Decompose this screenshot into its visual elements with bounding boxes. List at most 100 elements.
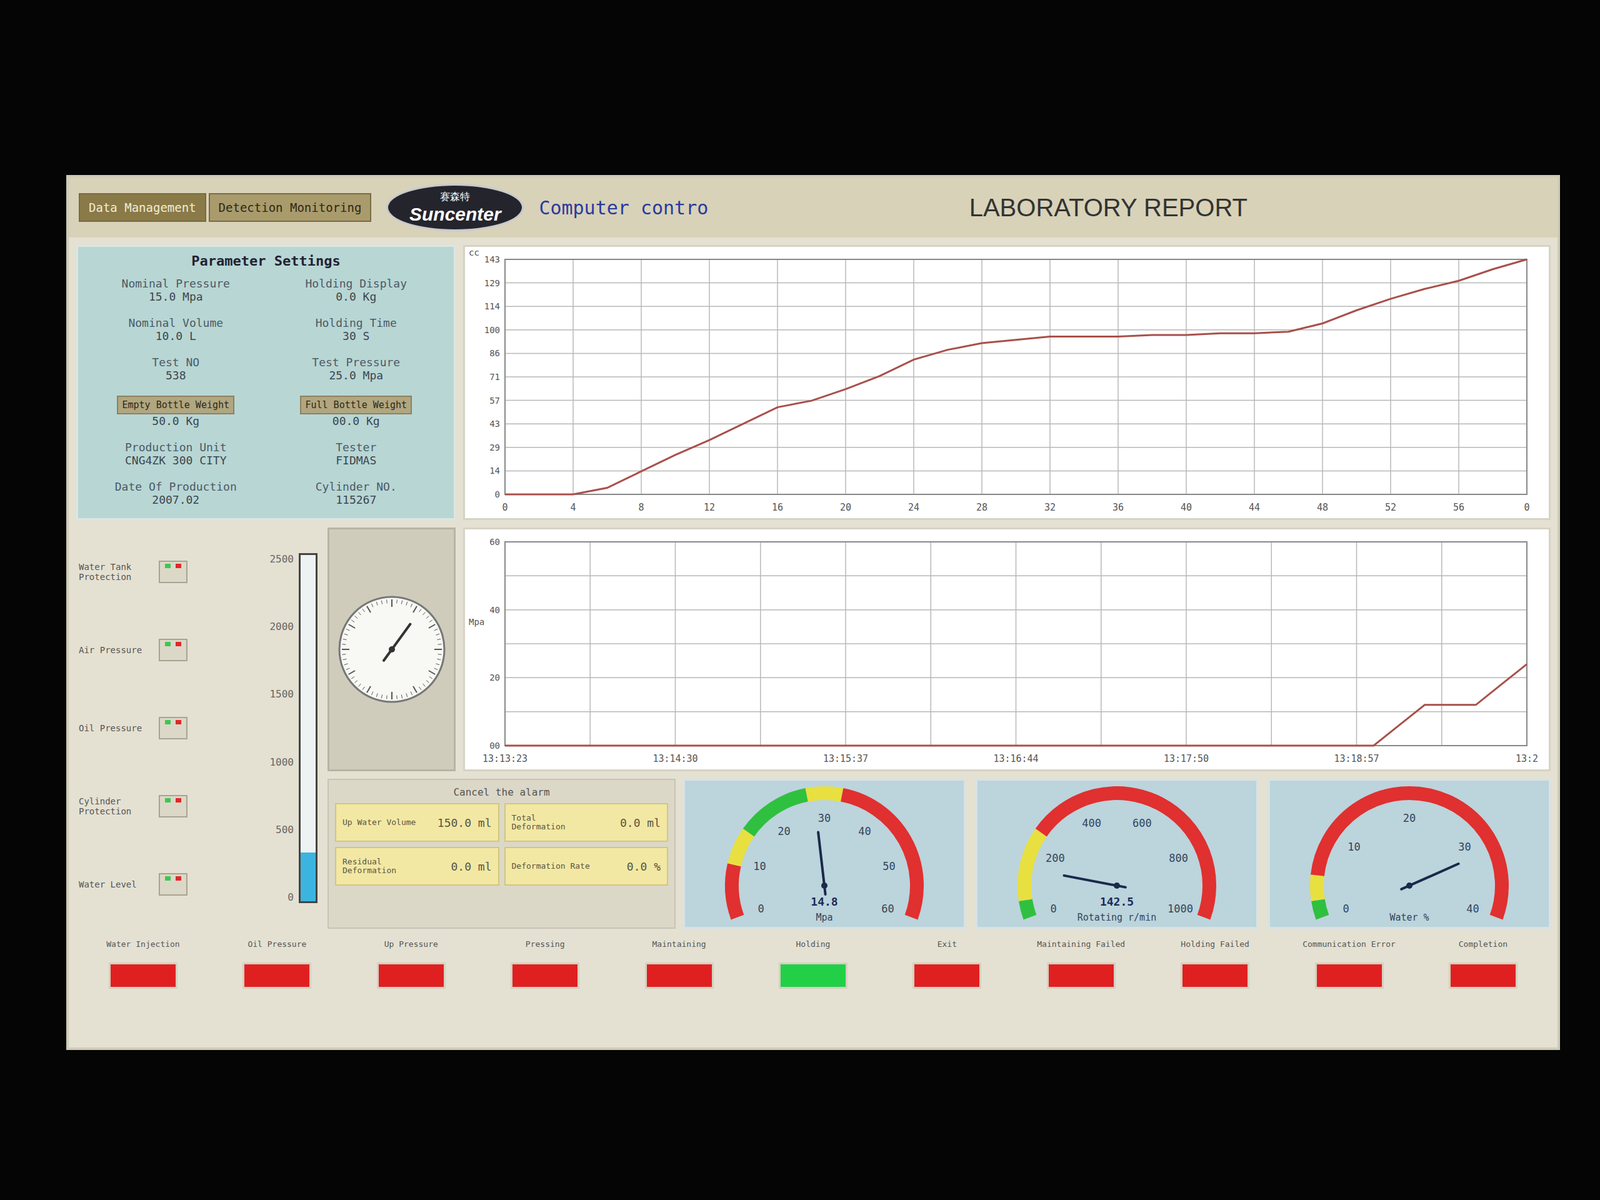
x-tick: 28: [976, 501, 988, 514]
parameter-value: 15.0 Mpa: [148, 290, 204, 304]
y-tick: 114: [484, 301, 500, 312]
gauge-tick: 40: [1466, 902, 1479, 915]
gauge-tick: 10: [753, 860, 766, 873]
level-tick: 2000: [269, 620, 294, 633]
status-lamp: Up Pressure: [351, 940, 471, 989]
y-tick: 129: [484, 278, 500, 289]
result-label: Up Water Volume: [342, 818, 424, 827]
result-value: 0.0 ml: [450, 860, 492, 874]
parameter-label: Date Of Production: [115, 480, 237, 494]
result-value: 150.0 ml: [437, 816, 492, 830]
report-title: LABORATORY REPORT: [969, 193, 1248, 222]
gauge-unit: Mpa: [815, 911, 833, 924]
lamp-label: Maintaining Failed: [1036, 940, 1125, 960]
gauge-unit: Rotating r/min: [1077, 911, 1157, 924]
lamp-light: [1315, 962, 1384, 989]
dial: [335, 593, 449, 706]
x-tick: 44: [1248, 501, 1260, 514]
parameter-value: CNG4ZK 300 CITY: [125, 453, 227, 467]
x-tick: 56: [1453, 501, 1465, 514]
tab[interactable]: Data Management: [78, 193, 207, 222]
gauge: 02004006008001000142.5Rotating r/min: [975, 778, 1259, 929]
result-value: 0.0 ml: [620, 816, 661, 830]
parameter-value: 00.0 Kg: [332, 414, 380, 428]
parameter-item: Nominal Pressure15.0 Mpa: [85, 271, 267, 309]
parameter-label: Holding Display: [305, 276, 407, 290]
y-tick: 40: [489, 605, 500, 615]
x-tick: 52: [1385, 501, 1397, 514]
x-tick: 40: [1180, 501, 1192, 514]
parameter-label: Holding Time: [315, 316, 397, 330]
y-tick: 00: [489, 740, 500, 751]
x-tick: 13:2: [1515, 753, 1539, 765]
status-lamp: Maintaining Failed: [1021, 940, 1141, 989]
parameter-value: 30 S: [342, 329, 370, 343]
level-ticks: 25002000150010005000: [269, 553, 294, 904]
parameter-item: Holding Time30 S: [266, 310, 447, 348]
weight-button[interactable]: Empty Bottle Weight: [116, 395, 235, 415]
result-label: Deformation Rate: [511, 861, 594, 871]
logo-chinese: 赛森特: [440, 190, 470, 204]
tab[interactable]: Detection Monitoring: [208, 193, 372, 222]
x-tick: 13:16:44: [993, 753, 1039, 765]
y-tick: 143: [484, 254, 500, 265]
lamp-light: [1448, 962, 1518, 989]
series-line: [505, 664, 1527, 746]
parameter-item: Test Pressure25.0 Mpa: [266, 350, 447, 388]
x-tick: 24: [908, 501, 920, 514]
gauge-tick: 600: [1132, 816, 1152, 830]
result-field: Deformation Rate0.0 %: [504, 846, 669, 886]
indicator-list: Water Tank ProtectionAir PressureOil Pre…: [78, 532, 265, 924]
parameter-value: 50.0 Kg: [151, 414, 200, 428]
switch-icon: [158, 560, 188, 584]
status-lamp: Holding: [753, 940, 873, 989]
indicator-row: Air Pressure: [78, 638, 265, 662]
y-tick: 14: [489, 465, 500, 476]
gauge-tick: 10: [1347, 840, 1360, 854]
y-tick: 20: [489, 672, 500, 683]
indicator-row: Oil Pressure: [78, 716, 265, 740]
parameter-item: TesterFIDMAS: [266, 435, 447, 472]
weight-button[interactable]: Full Bottle Weight: [300, 395, 412, 415]
tab-bar: Data ManagementDetection Monitoring: [78, 193, 372, 222]
status-lamp: Exit: [887, 940, 1007, 989]
gauge-dial: 010203040Water %: [1270, 780, 1549, 927]
gauge: 010203040Water %: [1268, 778, 1551, 929]
gauge-dial: 02004006008001000142.5Rotating r/min: [977, 780, 1257, 927]
lamp-label: Communication Error: [1302, 940, 1396, 960]
parameter-grid: Nominal Pressure15.0 Mpa Holding Display 0…: [85, 268, 447, 512]
y-tick: 60: [489, 536, 500, 547]
lamp-label: Holding: [796, 940, 831, 960]
x-tick: 48: [1316, 501, 1329, 514]
parameter-item: Empty Bottle Weight50.0 Kg: [85, 390, 267, 433]
x-tick: 13:13:23: [482, 753, 528, 765]
lamp-label: Oil Pressure: [247, 940, 307, 960]
parameter-value: FIDMAS: [335, 453, 377, 467]
lamp-label: Exit: [937, 940, 957, 960]
pressure-chart: 13:13:2313:14:3013:15:3713:16:4413:17:50…: [463, 527, 1551, 772]
x-tick: 0: [501, 501, 508, 514]
lamp-label: Up Pressure: [384, 940, 439, 960]
gauge-tick: 400: [1081, 816, 1102, 830]
lamp-label: Pressing: [525, 940, 565, 960]
parameter-label: Tester: [335, 440, 377, 454]
y-tick: 29: [489, 442, 500, 453]
level-tick: 2500: [269, 553, 294, 565]
status-lamp: Pressing: [485, 940, 605, 989]
level-tick: 0: [269, 891, 294, 904]
indicator-row: Cylinder Protection: [78, 795, 265, 818]
parameter-value: 10.0 L: [155, 329, 197, 343]
screen-panel: Data ManagementDetection Monitoring赛森特Su…: [66, 175, 1560, 1050]
gauge-tick: 800: [1168, 851, 1189, 865]
gauge-reading: 14.8: [810, 895, 838, 909]
lamp-light: [510, 962, 580, 989]
lamp-light: [778, 962, 848, 989]
chart-plot: 0481216202428323640444852560143129114100…: [465, 246, 1549, 519]
gauge-tick: 0: [757, 902, 764, 915]
x-tick: 13:18:57: [1333, 753, 1379, 765]
axis-unit: cc: [468, 247, 480, 258]
y-tick: 86: [489, 348, 500, 359]
result-label: Residual Deformation: [342, 857, 424, 876]
dial-panel: [327, 527, 456, 772]
y-tick: 43: [489, 418, 500, 429]
